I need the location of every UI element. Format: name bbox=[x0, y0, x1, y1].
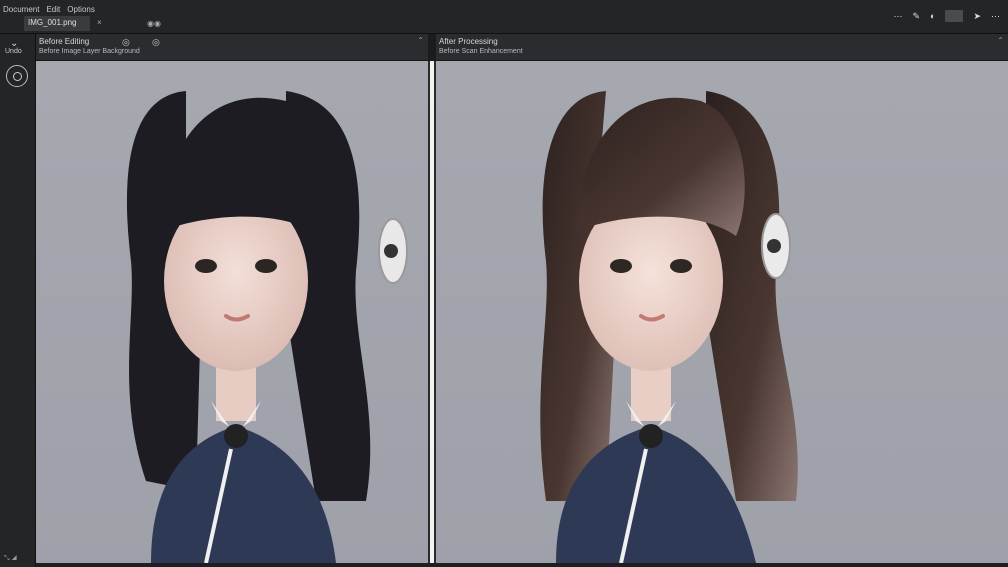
collapse-icon[interactable]: ⌃ bbox=[997, 36, 1004, 45]
undo-label[interactable]: Undo bbox=[5, 48, 22, 55]
status-strip bbox=[36, 563, 1008, 567]
toolbar-right: ⋯ ✎ ◐ ➤ ⋯ bbox=[893, 10, 1000, 22]
contrast-icon[interactable]: ◐ bbox=[930, 11, 935, 21]
after-canvas[interactable] bbox=[436, 61, 1008, 563]
menu-item-document[interactable]: Document bbox=[3, 5, 39, 14]
close-tab-icon[interactable]: × bbox=[97, 18, 102, 27]
left-panel-title: Before Editing bbox=[39, 37, 90, 46]
left-toolbar: ⌄ Undo ⤡ ◢ bbox=[0, 34, 36, 567]
portrait-after-image bbox=[540, 91, 798, 563]
visibility-icon[interactable]: ◎ bbox=[152, 37, 160, 48]
right-panel-header: After Processing Before Scan Enhancement… bbox=[436, 34, 1008, 61]
menu-item-options[interactable]: Options bbox=[67, 5, 95, 14]
layer-icon[interactable]: ◎ bbox=[122, 37, 130, 48]
brush-tool-icon[interactable] bbox=[6, 65, 28, 87]
pen-icon[interactable]: ✎ bbox=[912, 11, 920, 22]
more-icon[interactable]: ⋯ bbox=[893, 11, 902, 22]
overflow-icon[interactable]: ⋯ bbox=[991, 11, 1000, 22]
send-icon[interactable]: ➤ bbox=[973, 11, 981, 22]
color-swatch[interactable] bbox=[945, 10, 964, 22]
menu-bar: Document Edit Options bbox=[3, 5, 95, 14]
portrait-before-image bbox=[126, 91, 408, 563]
menu-item-edit[interactable]: Edit bbox=[46, 5, 60, 14]
document-tab[interactable]: IMG_001.png bbox=[24, 16, 90, 31]
top-bar: Document Edit Options IMG_001.png × ◉◉ ⋯… bbox=[0, 0, 1008, 34]
right-panel-subtitle: Before Scan Enhancement bbox=[439, 48, 523, 55]
compare-divider-handle[interactable] bbox=[428, 61, 436, 563]
collapse-icon[interactable]: ⌃ bbox=[417, 36, 424, 45]
resize-icon[interactable]: ⤡ ◢ bbox=[4, 555, 17, 563]
right-panel-title: After Processing bbox=[439, 37, 498, 46]
before-canvas[interactable] bbox=[36, 61, 428, 563]
left-panel-header: Before Editing Before Image Layer Backgr… bbox=[36, 34, 428, 61]
left-panel-subtitle: Before Image Layer Background bbox=[39, 48, 140, 55]
view-toggle-icon[interactable]: ◉◉ bbox=[147, 19, 161, 28]
